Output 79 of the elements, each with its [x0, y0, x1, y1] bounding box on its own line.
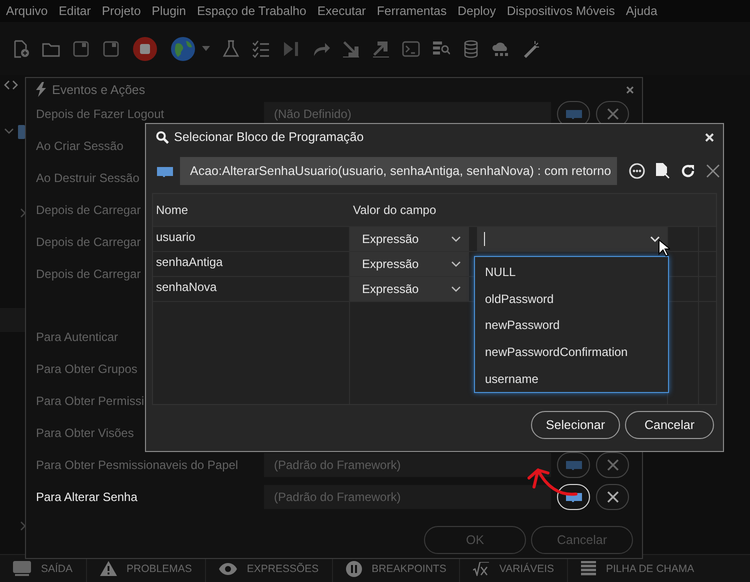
- square-root-icon: [473, 562, 490, 576]
- chevron-right-icon[interactable]: [20, 208, 26, 218]
- database-icon[interactable]: [462, 40, 480, 58]
- close-icon: [606, 108, 618, 120]
- download-icon[interactable]: [342, 40, 360, 58]
- panel-tab[interactable]: BREAKPOINTS: [372, 562, 446, 574]
- value-combo-field[interactable]: [477, 227, 667, 251]
- block-signature-field[interactable]: Acao:AlterarSenhaUsuario(usuario, senhaAntiga, senhaNova) : com retorno: [180, 157, 617, 185]
- stop-icon[interactable]: [132, 36, 158, 62]
- pause-icon: [346, 560, 362, 576]
- close-icon: [606, 459, 618, 471]
- close-icon: [606, 491, 618, 503]
- more-icon[interactable]: [629, 163, 645, 179]
- block-icon: [18, 125, 25, 139]
- clear-button[interactable]: [596, 484, 629, 510]
- menu-item[interactable]: Plugin: [152, 4, 186, 18]
- caret-icon[interactable]: [202, 46, 210, 52]
- select-button[interactable]: Selecionar: [530, 411, 620, 439]
- new-file-icon[interactable]: [12, 40, 30, 58]
- upload-icon[interactable]: [372, 40, 390, 58]
- save-icon[interactable]: [102, 40, 120, 58]
- menu-item[interactable]: Ferramentas: [376, 4, 447, 18]
- type-dropdown[interactable]: Expressão: [350, 252, 469, 276]
- eye-icon: [218, 562, 237, 574]
- search-icon[interactable]: [432, 40, 450, 58]
- mouse-pointer-icon: [658, 239, 670, 257]
- chevron-down-icon: [451, 286, 461, 292]
- menu-item[interactable]: Editar: [58, 4, 91, 18]
- column-header: Nome: [155, 202, 190, 219]
- menu-item[interactable]: Projeto: [102, 4, 141, 18]
- chevron-down-icon: [650, 236, 660, 242]
- menu-item[interactable]: Espaço de Trabalho: [196, 4, 306, 18]
- panel-tab[interactable]: PILHA DE CHAMA: [606, 562, 694, 574]
- panel-tab[interactable]: SAÍDA: [41, 562, 73, 574]
- menu-item[interactable]: Deploy: [458, 4, 496, 18]
- menu-item[interactable]: Executar: [317, 4, 366, 18]
- globe-icon[interactable]: [170, 36, 196, 62]
- dropdown-option[interactable]: oldPassword: [475, 286, 668, 312]
- search-icon: [156, 130, 169, 144]
- step-icon[interactable]: [282, 40, 300, 58]
- panel-tab[interactable]: VARIÁVEIS: [499, 562, 554, 574]
- lightning-icon: [36, 82, 46, 97]
- dropdown-option[interactable]: username: [475, 365, 668, 392]
- document-icon[interactable]: [655, 163, 670, 179]
- cancel-button[interactable]: Cancelar: [625, 411, 714, 439]
- refresh-icon[interactable]: [680, 163, 696, 179]
- type-dropdown[interactable]: Expressão: [350, 227, 469, 251]
- cloud-icon[interactable]: [492, 40, 510, 58]
- chevron-down-icon: [451, 261, 461, 267]
- dropdown-option[interactable]: newPasswordConfirmation: [475, 338, 668, 366]
- warning-icon: [100, 561, 117, 576]
- monitor-icon: [13, 561, 31, 576]
- panel-tab[interactable]: PROBLEMAS: [126, 562, 192, 574]
- stack-icon: [581, 561, 596, 576]
- code-icon[interactable]: [4, 80, 18, 90]
- dropdown-option[interactable]: NULL: [475, 259, 668, 286]
- menu-item[interactable]: Dispositivos Móveis: [506, 4, 615, 18]
- terminal-icon[interactable]: [402, 40, 420, 58]
- wand-icon[interactable]: [522, 40, 540, 58]
- dialog-title: Selecionar Bloco de Programação: [174, 130, 364, 144]
- flask-icon[interactable]: [222, 40, 240, 58]
- checklist-icon[interactable]: [252, 40, 270, 58]
- chevron-right-icon[interactable]: [20, 521, 26, 531]
- type-dropdown[interactable]: Expressão: [350, 277, 469, 301]
- save-icon[interactable]: [72, 40, 90, 58]
- dialog-title: Eventos e Ações: [52, 82, 146, 96]
- dropdown-option[interactable]: newPassword: [475, 312, 668, 339]
- panel-tab[interactable]: EXPRESSÕES: [246, 562, 319, 574]
- menu-item[interactable]: Ajuda: [626, 4, 658, 18]
- event-label[interactable]: Para Alterar Senha: [36, 490, 264, 504]
- event-label[interactable]: Para Obter Pesmissionaveis do Papel: [36, 458, 264, 472]
- block-icon: [566, 109, 582, 119]
- column-header: Valor do campo: [352, 202, 438, 219]
- block-icon: [566, 460, 582, 470]
- chevron-down-icon[interactable]: [4, 128, 14, 134]
- chevron-down-icon: [451, 236, 461, 242]
- menu-item[interactable]: Arquivo: [6, 4, 48, 18]
- block-icon: [157, 166, 173, 176]
- event-label[interactable]: Depois de Fazer Logout: [36, 107, 264, 121]
